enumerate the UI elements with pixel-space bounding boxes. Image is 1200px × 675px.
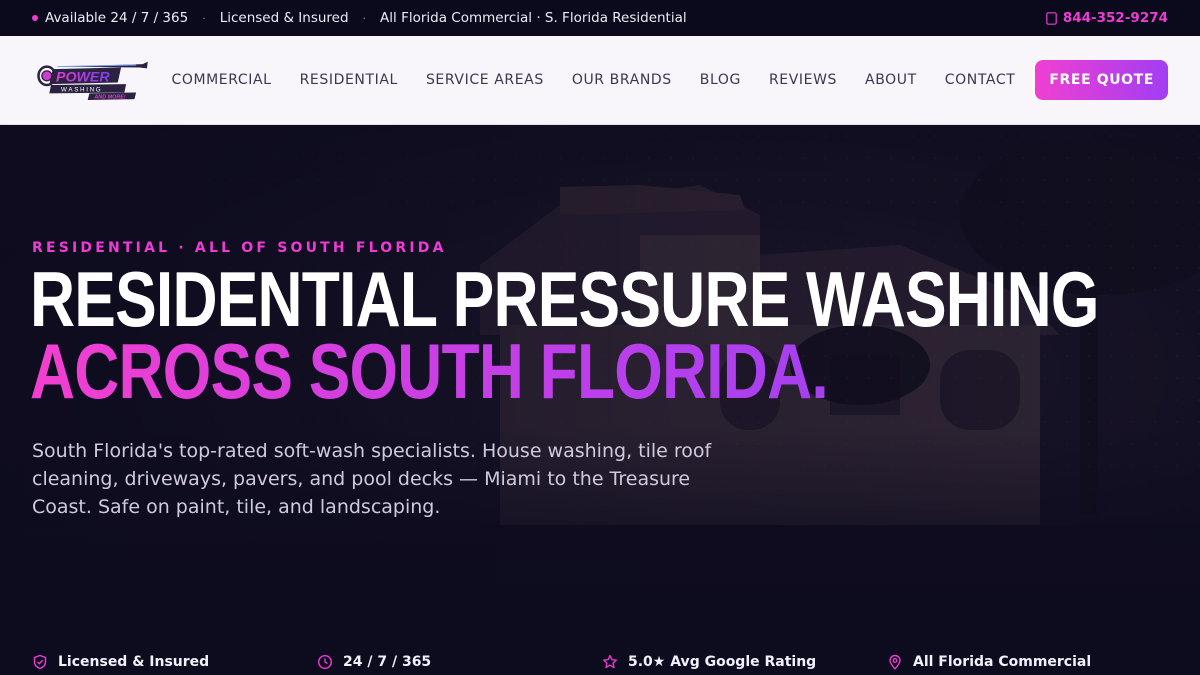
hero-eyebrow: RESIDENTIAL · ALL OF SOUTH FLORIDA (32, 240, 447, 256)
logo-subtext: WASHING (61, 86, 102, 93)
phone-link[interactable]: 844-352-9274 (1046, 10, 1168, 26)
nav-residential[interactable]: RESIDENTIAL (300, 72, 398, 88)
nav-links: COMMERCIAL RESIDENTIAL SERVICE AREAS OUR… (157, 72, 1029, 88)
hero-title: RESIDENTIAL PRESSURE WASHING ACROSS SOUT… (30, 255, 1099, 410)
hero-title-line2: ACROSS SOUTH FLORIDA. (30, 332, 1099, 410)
phone-icon (1046, 11, 1057, 25)
availability-text: Available 24 / 7 / 365 (45, 10, 189, 26)
clock-icon (317, 654, 333, 670)
feature-label: All Florida Commercial (913, 654, 1092, 670)
feature-strip: Licensed & Insured 24 / 7 / 365 5.0★ Avg… (32, 654, 1172, 670)
main-navigation: POWER WASHING AND MORE! COMMERCIAL RESID… (0, 36, 1200, 125)
top-info-bar: Available 24 / 7 / 365 · Licensed & Insu… (0, 0, 1200, 36)
nav-contact[interactable]: CONTACT (945, 72, 1016, 88)
feature-label: Licensed & Insured (58, 654, 210, 670)
nav-service-areas[interactable]: SERVICE AREAS (426, 72, 544, 88)
nav-blog[interactable]: BLOG (700, 72, 741, 88)
feature-item: All Florida Commercial (887, 654, 1172, 670)
logo-text: POWER (56, 70, 110, 86)
phone-number: 844-352-9274 (1062, 10, 1168, 26)
coverage-text: All Florida Commercial · S. Florida Resi… (380, 10, 687, 26)
nav-about[interactable]: ABOUT (865, 72, 917, 88)
power-washing-logo[interactable]: POWER WASHING AND MORE! (36, 55, 149, 105)
feature-item: 5.0★ Avg Google Rating (602, 654, 887, 670)
nav-commercial[interactable]: COMMERCIAL (171, 72, 271, 88)
star-icon (602, 654, 618, 669)
hero-subtitle: South Florida's top-rated soft-wash spec… (32, 440, 712, 518)
status-dot-icon (32, 15, 38, 21)
feature-item: Licensed & Insured (32, 654, 317, 670)
shield-check-icon (33, 654, 47, 670)
feature-label: 5.0★ Avg Google Rating (628, 654, 817, 670)
separator: · (202, 11, 206, 25)
feature-item: 24 / 7 / 365 (317, 654, 602, 670)
hero-section: RESIDENTIAL · ALL OF SOUTH FLORIDA RESID… (0, 125, 1200, 675)
logo-tagline: AND MORE! (93, 94, 125, 100)
hero-title-line1: RESIDENTIAL PRESSURE WASHING (30, 255, 1099, 343)
nav-reviews[interactable]: REVIEWS (769, 72, 837, 88)
feature-label: 24 / 7 / 365 (343, 654, 432, 670)
map-pin-icon (889, 654, 901, 670)
free-quote-button[interactable]: FREE QUOTE (1035, 60, 1168, 100)
nav-our-brands[interactable]: OUR BRANDS (572, 72, 672, 88)
licensed-text: Licensed & Insured (219, 10, 349, 26)
separator: · (362, 11, 367, 25)
